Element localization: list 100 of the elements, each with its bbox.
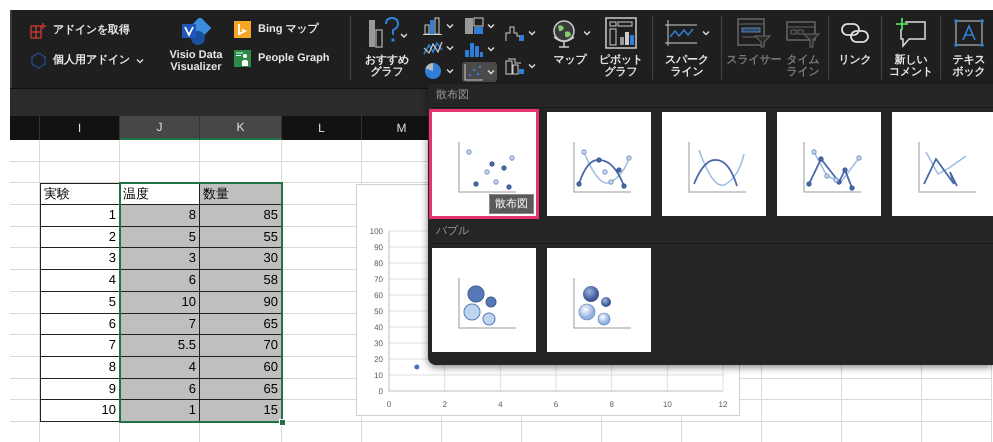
- button-label: グラフ: [604, 66, 638, 78]
- add-in-grid-icon: [30, 22, 47, 39]
- caret-icon: [446, 45, 454, 51]
- axis-tick-label: 30: [374, 339, 383, 348]
- sparkline-icon: [664, 19, 698, 47]
- table-cell: 6: [120, 378, 200, 400]
- link-button[interactable]: リンク: [833, 10, 877, 66]
- button-label: リンク: [838, 54, 872, 66]
- table-cell: 6: [40, 314, 120, 336]
- axis-tick-label: 12: [718, 400, 728, 409]
- button-label: 新しい: [894, 54, 928, 66]
- chart-type-button[interactable]: [503, 56, 538, 76]
- table-cell: 10: [120, 292, 200, 314]
- app-button[interactable]: Bing マップ: [234, 21, 342, 38]
- axis-tick-label: 100: [370, 227, 383, 236]
- visio-button[interactable]: Visio Data Visualizer: [160, 10, 232, 73]
- table-cell: 1: [120, 400, 200, 422]
- caret-icon: [528, 30, 536, 36]
- button-label: スライサー: [726, 54, 782, 66]
- pie-chart-icon: [423, 61, 443, 81]
- caret-icon: [446, 23, 454, 29]
- button-label: マップ: [554, 54, 586, 66]
- table-cell: 温度: [120, 183, 200, 206]
- table-cell: 90: [200, 292, 282, 314]
- people-graph-icon: [234, 50, 251, 67]
- button-label: ピボット: [599, 54, 643, 66]
- add-in-button[interactable]: 個人用アドイン: [30, 52, 160, 69]
- histogram-icon: [464, 40, 484, 58]
- table-cell: 85: [200, 205, 282, 227]
- table-cell: 5: [40, 292, 120, 314]
- sparkline-button[interactable]: スパーク ライン: [657, 10, 717, 78]
- empty-cell: [922, 378, 992, 400]
- line-chart-icon: [423, 40, 443, 56]
- caret-icon: [487, 23, 495, 29]
- table-cell: 4: [120, 356, 200, 379]
- table-cell: 5: [120, 226, 200, 248]
- treemap-icon: [464, 17, 484, 35]
- axis-tick-label: 20: [374, 355, 383, 364]
- column-header[interactable]: K: [200, 116, 282, 140]
- pivot-chart-icon: [605, 17, 637, 49]
- table-cell: 30: [200, 248, 282, 270]
- button-label: タイム: [786, 54, 820, 66]
- chart-type-button[interactable]: [462, 16, 497, 36]
- chart-type-button[interactable]: [421, 16, 456, 36]
- button-label: コメント: [889, 66, 933, 78]
- button-label: スパーク: [665, 54, 709, 66]
- map-button[interactable]: マップ: [546, 10, 594, 66]
- fill-handle[interactable]: [279, 419, 286, 426]
- axis-tick-label: 8: [609, 400, 614, 409]
- axis-tick-label: 80: [374, 259, 383, 268]
- table-cell: 70: [200, 335, 282, 357]
- table-cell: 55: [200, 226, 282, 248]
- chart-type-option[interactable]: 散布図: [432, 112, 536, 216]
- caret-icon: [487, 69, 495, 75]
- table-cell: 実験: [40, 183, 120, 206]
- axis-tick-label: 50: [374, 307, 383, 316]
- textbox-button[interactable]: テキス ボック: [945, 10, 993, 78]
- visio-logo-icon: [180, 18, 212, 46]
- axis-tick-label: 40: [374, 323, 383, 332]
- table-cell: 4: [40, 270, 120, 292]
- axis-tick-label: 0: [378, 387, 383, 396]
- app-button[interactable]: People Graph: [234, 50, 342, 67]
- axis-tick-label: 10: [662, 400, 672, 409]
- comment-button[interactable]: 新しい コメント: [886, 10, 936, 78]
- button-label: ボック: [952, 66, 986, 78]
- table-cell: 3: [120, 248, 200, 270]
- table-cell: 65: [200, 378, 282, 400]
- combo-chart-icon: [505, 56, 525, 74]
- axis-tick-label: 2: [442, 400, 447, 409]
- button-label: ライン: [786, 66, 820, 78]
- chart-question-icon: [367, 16, 407, 48]
- table-cell: 8: [120, 205, 200, 227]
- recommended-charts-button[interactable]: おすすめ グラフ: [359, 10, 415, 78]
- button-label: グラフ: [370, 66, 404, 78]
- chart-type-button[interactable]: [421, 39, 456, 57]
- table-cell: 3: [40, 248, 120, 270]
- caret-icon: [487, 46, 495, 52]
- chart-type-button[interactable]: [462, 62, 497, 82]
- pivot-button[interactable]: ピボット グラフ: [594, 10, 648, 78]
- caret-icon: [528, 62, 536, 68]
- axis-tick-label: 6: [554, 400, 558, 409]
- slicer-icon: [737, 18, 771, 48]
- add-in-button[interactable]: アドインを取得: [30, 22, 160, 39]
- text-box-icon: [954, 19, 984, 47]
- table-cell: 65: [200, 314, 282, 336]
- table-cell: 9: [40, 378, 120, 400]
- section-title: 散布図: [435, 88, 469, 104]
- section-title: バブル: [435, 224, 469, 240]
- table-cell: 7: [40, 335, 120, 357]
- column-header[interactable]: J: [120, 116, 200, 140]
- comment-icon: [895, 17, 927, 49]
- caret-icon: [446, 68, 454, 74]
- table-cell: 2: [40, 226, 120, 248]
- waterfall-chart-icon: [505, 24, 525, 42]
- axis-tick-label: 90: [374, 243, 383, 252]
- table-cell: 8: [40, 356, 120, 379]
- table-cell: 60: [200, 356, 282, 379]
- table-cell: 10: [40, 400, 120, 422]
- empty-cell: [922, 400, 992, 422]
- empty-cell: [10, 162, 40, 184]
